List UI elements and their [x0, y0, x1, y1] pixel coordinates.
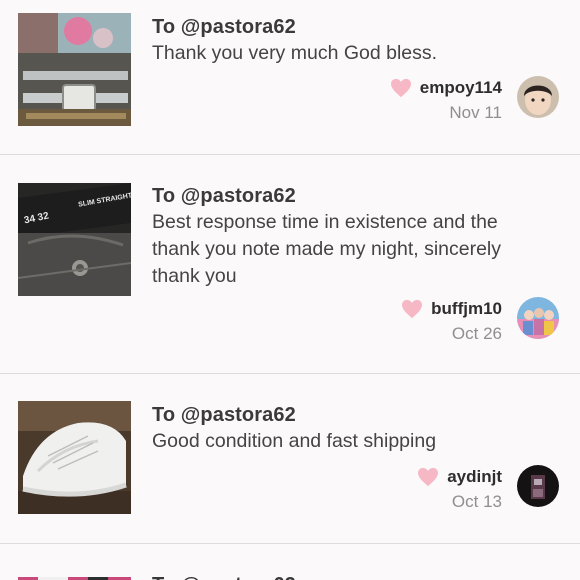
- review-item-1[interactable]: To @pastora62 Thank you very much God bl…: [0, 0, 580, 155]
- review-recipient: To @pastora62: [152, 16, 296, 38]
- heart-icon[interactable]: [401, 299, 423, 319]
- item-thumbnail-jeans[interactable]: 34 32 SLIM STRAIGHT: [18, 183, 131, 296]
- item-thumbnail-sneakers[interactable]: [18, 401, 131, 514]
- item-thumbnail[interactable]: [18, 572, 131, 580]
- item-thumbnail-watch[interactable]: [18, 13, 131, 126]
- reviewer-username[interactable]: aydinjt: [447, 467, 502, 487]
- review-recipient: To @pastora62: [152, 572, 552, 580]
- review-date: Oct 13: [451, 492, 502, 511]
- heart-icon[interactable]: [390, 78, 412, 98]
- review-recipient: To @pastora62: [152, 185, 296, 207]
- reviewer-avatar[interactable]: [517, 465, 559, 507]
- reviewer-avatar[interactable]: [517, 76, 559, 118]
- reviewer-username[interactable]: empoy114: [420, 78, 502, 98]
- reviewer-username[interactable]: buffjm10: [431, 299, 502, 319]
- review-message: Good condition and fast shipping: [152, 430, 437, 452]
- review-item-3[interactable]: To @pastora62 Good condition and fast sh…: [0, 374, 580, 544]
- heart-icon[interactable]: [417, 467, 439, 487]
- review-date: Nov 11: [449, 103, 502, 122]
- review-message: Best response time in existence and the …: [152, 211, 502, 287]
- review-date: Oct 26: [451, 324, 502, 343]
- review-message: Thank you very much God bless.: [152, 42, 438, 64]
- reviewer-avatar[interactable]: [517, 297, 559, 339]
- review-recipient: To @pastora62: [152, 404, 296, 426]
- review-item-2[interactable]: 34 32 SLIM STRAIGHT To @pastora62 Best r…: [0, 155, 580, 373]
- review-item-4[interactable]: To @pastora62: [0, 544, 580, 580]
